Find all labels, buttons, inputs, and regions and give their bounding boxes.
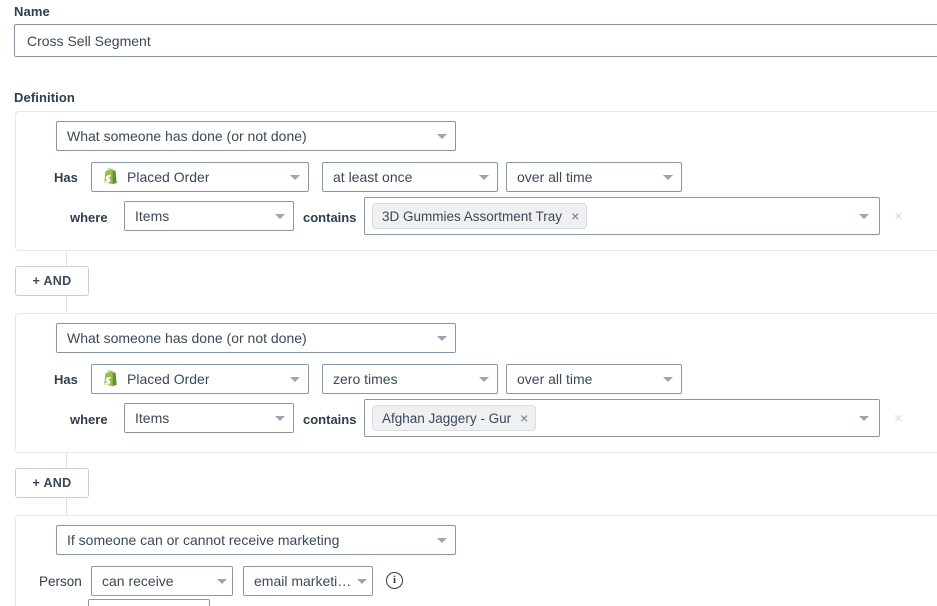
chevron-down-icon	[437, 134, 447, 139]
metric-select[interactable]: Placed Order	[91, 162, 309, 192]
property-value: Items	[135, 208, 170, 224]
chevron-down-icon	[217, 579, 227, 584]
chevron-down-icon	[275, 416, 285, 421]
segment-name-input[interactable]	[14, 24, 937, 57]
consent-value: can receive	[102, 573, 174, 589]
segment-builder-page: Name Definition What someone has done (o…	[0, 0, 937, 606]
chevron-down-icon	[437, 336, 447, 341]
has-label: Has	[54, 372, 78, 387]
close-icon[interactable]: ×	[571, 209, 579, 223]
where-label: where	[70, 210, 108, 225]
channel-value: email marketing	[254, 573, 352, 589]
remove-row-button[interactable]: ×	[894, 410, 903, 427]
frequency-select[interactable]: zero times	[322, 364, 498, 394]
name-section-label: Name	[14, 4, 50, 19]
info-icon[interactable]: i	[386, 572, 403, 589]
chevron-down-icon	[663, 175, 673, 180]
chevron-down-icon	[357, 579, 367, 584]
add-and-condition-button[interactable]: + AND	[15, 468, 89, 498]
close-icon[interactable]: ×	[520, 411, 528, 425]
timeframe-value: over all time	[517, 169, 593, 185]
chevron-down-icon	[290, 377, 300, 382]
metric-select[interactable]: Placed Order	[91, 364, 309, 394]
condition-type-value: What someone has done (or not done)	[67, 128, 307, 144]
timeframe-value: over all time	[517, 371, 593, 387]
condition-card: What someone has done (or not done) Has …	[15, 313, 937, 453]
property-value: Items	[135, 410, 170, 426]
condition-type-select[interactable]: What someone has done (or not done)	[56, 121, 456, 151]
partial-select-below-fold[interactable]	[88, 599, 210, 606]
remove-row-button[interactable]: ×	[894, 208, 903, 225]
operator-label: contains	[303, 412, 357, 427]
value-chip-label: Afghan Jaggery - Gur	[382, 410, 512, 426]
metric-value: Placed Order	[127, 371, 210, 387]
frequency-select[interactable]: at least once	[322, 162, 498, 192]
consent-select[interactable]: can receive	[91, 566, 233, 596]
person-label: Person	[39, 574, 82, 589]
condition-type-select[interactable]: If someone can or cannot receive marketi…	[56, 525, 456, 555]
chevron-down-icon	[290, 175, 300, 180]
add-and-condition-button[interactable]: + AND	[15, 266, 89, 296]
frequency-value: at least once	[333, 169, 413, 185]
frequency-value: zero times	[333, 371, 398, 387]
condition-card: What someone has done (or not done) Has …	[15, 111, 937, 251]
value-chip[interactable]: 3D Gummies Assortment Tray ×	[372, 203, 588, 229]
property-select[interactable]: Items	[124, 201, 294, 231]
condition-card: If someone can or cannot receive marketi…	[15, 515, 937, 606]
chevron-down-icon	[479, 377, 489, 382]
chevron-down-icon	[479, 175, 489, 180]
value-multiselect[interactable]: 3D Gummies Assortment Tray ×	[364, 197, 880, 235]
shopify-icon	[102, 167, 119, 187]
value-chip[interactable]: Afghan Jaggery - Gur ×	[372, 405, 537, 431]
timeframe-select[interactable]: over all time	[506, 162, 682, 192]
operator-label: contains	[303, 210, 357, 225]
chevron-down-icon	[437, 538, 447, 543]
definition-section-label: Definition	[14, 90, 75, 105]
chevron-down-icon	[859, 416, 869, 421]
value-multiselect[interactable]: Afghan Jaggery - Gur ×	[364, 399, 880, 437]
metric-value: Placed Order	[127, 169, 210, 185]
chevron-down-icon	[275, 214, 285, 219]
chevron-down-icon	[859, 214, 869, 219]
has-label: Has	[54, 170, 78, 185]
where-label: where	[70, 412, 108, 427]
timeframe-select[interactable]: over all time	[506, 364, 682, 394]
chevron-down-icon	[663, 377, 673, 382]
condition-type-select[interactable]: What someone has done (or not done)	[56, 323, 456, 353]
condition-type-value: If someone can or cannot receive marketi…	[67, 532, 340, 548]
value-chip-label: 3D Gummies Assortment Tray	[382, 208, 563, 224]
property-select[interactable]: Items	[124, 403, 294, 433]
shopify-icon	[102, 369, 119, 389]
channel-select[interactable]: email marketing	[243, 566, 373, 596]
condition-type-value: What someone has done (or not done)	[67, 330, 307, 346]
